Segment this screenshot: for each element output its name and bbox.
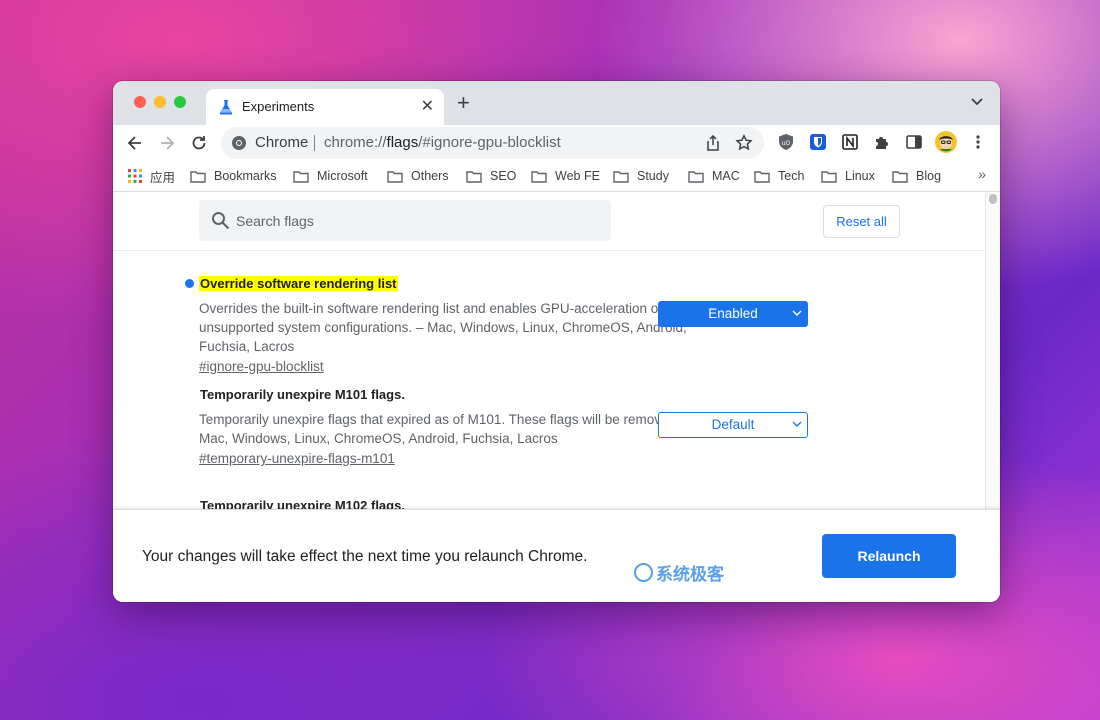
flag-description: Overrides the built-in software renderin… [199,301,687,354]
side-panel-icon[interactable] [905,133,923,151]
watermark-text: 系统极客 [656,565,724,584]
toolbar: Chrome chrome://flags/#ignore-gpu-blockl… [113,125,1000,161]
folder-icon [387,170,403,183]
flags-header: Search flags Reset all [113,192,985,251]
maximize-window-button[interactable] [174,96,186,108]
chrome-logo-icon [232,136,246,150]
scrollbar-thumb[interactable] [989,194,997,204]
folder-icon [466,170,482,183]
tab-search-chevron-icon[interactable] [970,95,984,109]
bookmark-label: MAC [712,169,740,183]
bookmark-folder-linux[interactable]: Linux [821,166,875,186]
folder-icon [821,170,837,183]
share-icon[interactable] [705,135,721,151]
chevron-down-icon [792,421,802,427]
watermark: 系统极客 [634,560,724,585]
bookmark-folder-web-fe[interactable]: Web FE [531,166,600,186]
back-icon[interactable] [125,133,145,153]
svg-text:uO: uO [782,140,791,147]
address-bar[interactable]: Chrome chrome://flags/#ignore-gpu-blockl… [221,127,764,159]
bookmark-folder-blog[interactable]: Blog [892,166,941,186]
watermark-logo-icon [634,563,653,582]
flask-icon [219,100,233,115]
flag-state-select[interactable]: Enabled [658,301,808,327]
bookmark-folder-microsoft[interactable]: Microsoft [293,166,368,186]
modified-indicator-dot [185,279,194,288]
menu-dots-icon[interactable] [969,133,987,151]
bookmark-label: Web FE [555,169,600,183]
bookmark-label: Blog [916,169,942,183]
profile-avatar[interactable] [935,131,957,153]
bookmark-folder-study[interactable]: Study [613,166,669,186]
bookmark-folder-bookmarks[interactable]: Bookmarks [190,166,277,186]
folder-icon [613,170,629,183]
bookmark-label: Study [637,169,669,183]
forward-icon[interactable] [157,133,177,153]
folder-icon [688,170,704,183]
close-window-button[interactable] [134,96,146,108]
folder-icon [531,170,547,183]
flag-title: Temporarily unexpire M101 flags. [200,387,405,402]
select-value: Enabled [708,306,758,321]
extensions-puzzle-icon[interactable] [873,133,891,151]
bookmark-label: Linux [845,169,875,183]
search-placeholder: Search flags [236,213,314,229]
folder-icon [293,170,309,183]
bookmark-label: Microsoft [317,169,368,183]
minimize-window-button[interactable] [154,96,166,108]
bookmark-label: 应用 [150,170,176,185]
flag-description: Temporarily unexpire flags that expired … [199,412,725,446]
bookmark-folder-seo[interactable]: SEO [466,166,516,186]
browser-window: Experiments ✕ + Chrome chrome://flags/#i… [113,81,1000,602]
relaunch-message: Your changes will take effect the next t… [142,548,588,565]
tab-title: Experiments [242,99,315,114]
bookmarks-bar: 应用 Bookmarks Microsoft Others SEO Web FE… [113,161,1000,192]
bookmark-label: Others [411,169,449,183]
bookmark-star-icon[interactable] [735,134,753,152]
bookmark-label: SEO [490,169,517,183]
bitwarden-icon[interactable] [809,133,827,151]
relaunch-button[interactable]: Relaunch [822,534,956,578]
bookmark-apps[interactable]: 应用 [128,166,175,186]
folder-icon [892,170,908,183]
flag-title: Override software rendering list [199,276,398,291]
relaunch-footer: Your changes will take effect the next t… [113,509,1000,602]
reload-icon[interactable] [189,133,209,153]
bookmark-folder-others[interactable]: Others [387,166,449,186]
select-value: Default [711,417,755,432]
flag-state-select[interactable]: Default [658,412,808,438]
flag-permalink[interactable]: #ignore-gpu-blocklist [199,359,324,374]
bookmark-folder-tech[interactable]: Tech [754,166,804,186]
bookmarks-overflow-button[interactable]: » [978,166,986,182]
bookmark-folder-mac[interactable]: MAC [688,166,740,186]
close-tab-button[interactable]: ✕ [421,96,434,116]
bookmark-label: Bookmarks [214,169,277,183]
flag-permalink[interactable]: #temporary-unexpire-flags-m101 [199,451,395,466]
reset-all-button[interactable]: Reset all [823,205,900,238]
url-text[interactable]: chrome://flags/#ignore-gpu-blocklist [324,134,561,151]
new-tab-button[interactable]: + [457,92,470,114]
bookmark-label: Tech [778,169,805,183]
omnibox-divider [314,135,315,151]
apps-grid-icon [128,169,142,183]
site-chip: Chrome [255,134,309,151]
folder-icon [190,170,206,183]
tab-experiments[interactable]: Experiments ✕ [206,89,444,125]
search-icon [212,212,230,230]
search-flags-input[interactable]: Search flags [199,200,611,241]
chevron-down-icon [792,310,802,316]
notion-icon[interactable] [841,133,859,151]
folder-icon [754,170,770,183]
tab-strip: Experiments ✕ + [113,81,1000,125]
ublock-icon[interactable]: uO [777,133,795,151]
